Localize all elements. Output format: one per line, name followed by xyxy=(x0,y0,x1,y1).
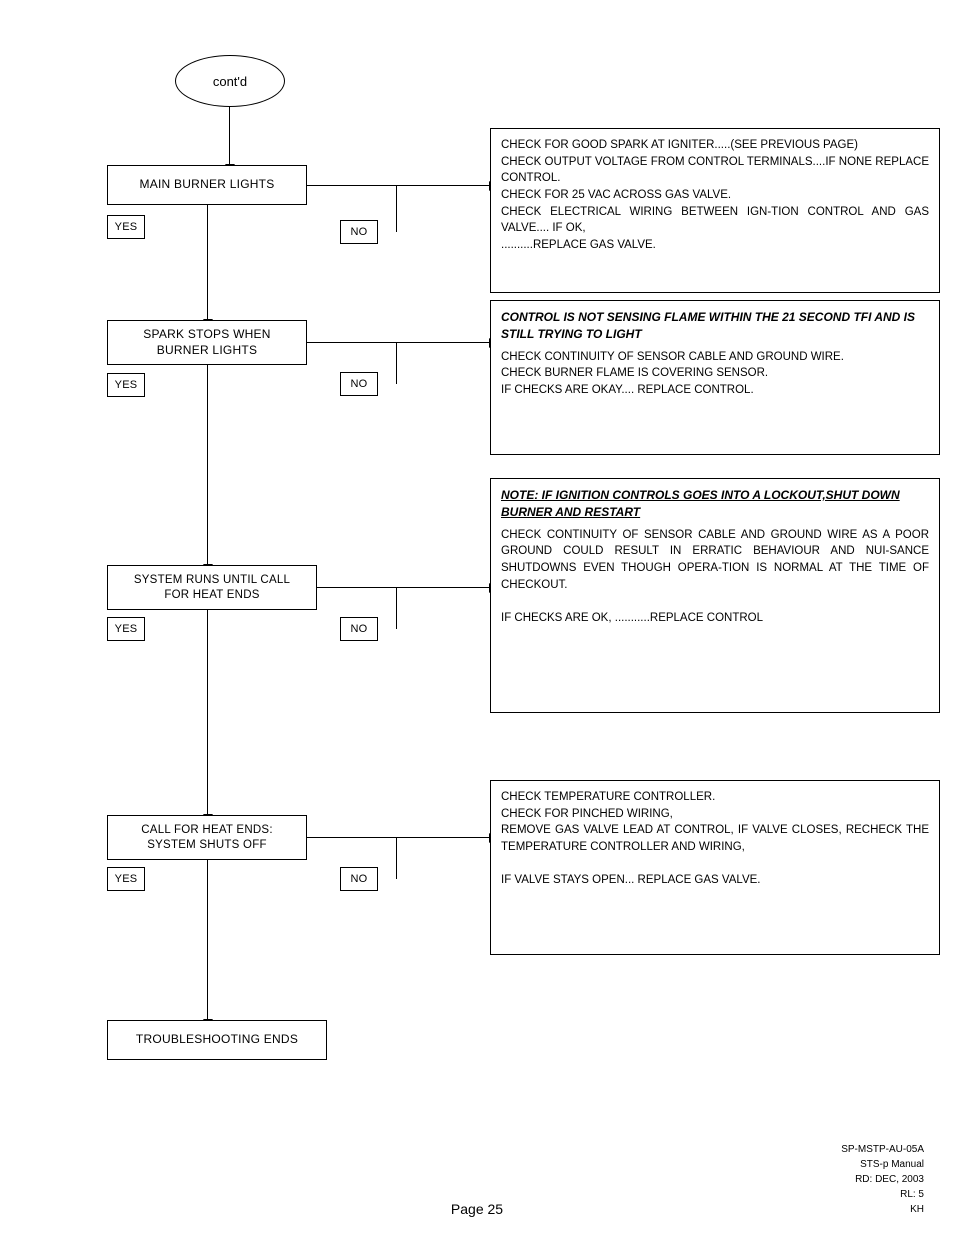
info4-text: CHECK TEMPERATURE CONTROLLER. CHECK FOR … xyxy=(501,791,929,886)
contd-label: cont'd xyxy=(213,74,247,89)
flowchart: cont'd MAIN BURNER LIGHTS NO CHECK FOR G… xyxy=(20,20,934,1170)
info2-text: CHECK CONTINUITY OF SENSOR CABLE AND GRO… xyxy=(501,351,844,396)
doc-info: SP-MSTP-AU-05A STS-p Manual RD: DEC, 200… xyxy=(841,1142,924,1217)
arrow-node2-to-node3 xyxy=(207,365,208,565)
node5-label: TROUBLESHOOTING ENDS xyxy=(136,1032,298,1048)
node1-no-box: NO xyxy=(340,220,378,244)
node4-yes-label: YES xyxy=(115,872,138,886)
line-node1-right xyxy=(307,185,397,186)
line-node2-right xyxy=(307,342,397,343)
node2-yes-label: YES xyxy=(115,378,138,392)
arrow-node1-to-node2 xyxy=(207,205,208,320)
info2-box: CONTROL IS NOT SENSING FLAME WITHIN THE … xyxy=(490,300,940,455)
page: cont'd MAIN BURNER LIGHTS NO CHECK FOR G… xyxy=(0,0,954,1235)
node2-no-box: NO xyxy=(340,372,378,396)
line-node3-right xyxy=(317,587,397,588)
node3-yes-label: YES xyxy=(115,622,138,636)
info3-box: NOTE: IF IGNITION CONTROLS GOES INTO A L… xyxy=(490,478,940,713)
info1-box: CHECK FOR GOOD SPARK AT IGNITER.....(SEE… xyxy=(490,128,940,293)
node3-yes-box: YES xyxy=(107,617,145,641)
info1-text: CHECK FOR GOOD SPARK AT IGNITER.....(SEE… xyxy=(501,139,929,251)
arrow-node4-to-node5 xyxy=(207,860,208,1020)
arrow-contd-to-node1 xyxy=(229,107,230,165)
node5-box: TROUBLESHOOTING ENDS xyxy=(107,1020,327,1060)
page-number: Page 25 xyxy=(451,1201,503,1217)
node1-box: MAIN BURNER LIGHTS xyxy=(107,165,307,205)
contd-oval: cont'd xyxy=(175,55,285,107)
node2-yes-box: YES xyxy=(107,373,145,397)
line-node3-no-down xyxy=(396,587,397,629)
node3-label: SYSTEM RUNS UNTIL CALL FOR HEAT ENDS xyxy=(134,573,290,603)
node1-label: MAIN BURNER LIGHTS xyxy=(139,177,274,193)
arrow-node2-to-info2 xyxy=(396,342,490,343)
info2-heading: CONTROL IS NOT SENSING FLAME WITHIN THE … xyxy=(501,309,929,344)
node3-no-label: NO xyxy=(351,622,368,636)
arrow-node1-to-info1 xyxy=(396,185,490,186)
info4-box: CHECK TEMPERATURE CONTROLLER. CHECK FOR … xyxy=(490,780,940,955)
node4-yes-box: YES xyxy=(107,867,145,891)
node3-no-box: NO xyxy=(340,617,378,641)
node4-no-box: NO xyxy=(340,867,378,891)
node4-no-label: NO xyxy=(351,872,368,886)
node4-label: CALL FOR HEAT ENDS: SYSTEM SHUTS OFF xyxy=(141,823,273,853)
info3-heading: NOTE: IF IGNITION CONTROLS GOES INTO A L… xyxy=(501,487,929,522)
line-node2-no-down xyxy=(396,342,397,384)
page-footer: Page 25 SP-MSTP-AU-05A STS-p Manual RD: … xyxy=(0,1201,954,1217)
node4-box: CALL FOR HEAT ENDS: SYSTEM SHUTS OFF xyxy=(107,815,307,860)
node1-yes-box: YES xyxy=(107,215,145,239)
node3-box: SYSTEM RUNS UNTIL CALL FOR HEAT ENDS xyxy=(107,565,317,610)
node2-no-label: NO xyxy=(351,377,368,391)
info3-text: CHECK CONTINUITY OF SENSOR CABLE AND GRO… xyxy=(501,529,929,624)
arrow-node3-to-info3 xyxy=(396,587,490,588)
node1-no-label: NO xyxy=(351,225,368,239)
node2-box: SPARK STOPS WHEN BURNER LIGHTS xyxy=(107,320,307,365)
line-node4-no-down xyxy=(396,837,397,879)
arrow-node3-to-node4 xyxy=(207,610,208,815)
node2-label: SPARK STOPS WHEN BURNER LIGHTS xyxy=(143,327,270,358)
line-node4-right xyxy=(307,837,397,838)
node1-yes-label: YES xyxy=(115,220,138,234)
arrow-node4-to-info4 xyxy=(396,837,490,838)
line-node1-no-down xyxy=(396,185,397,232)
